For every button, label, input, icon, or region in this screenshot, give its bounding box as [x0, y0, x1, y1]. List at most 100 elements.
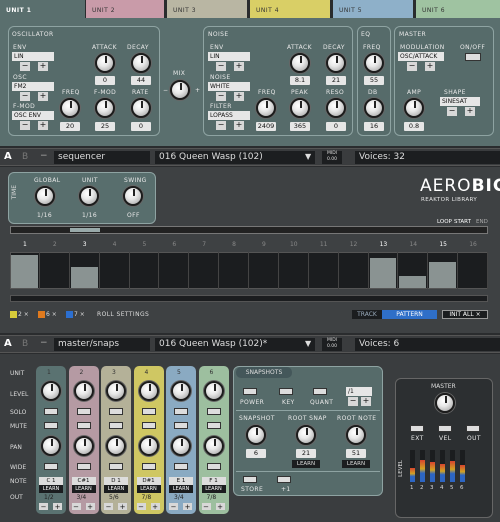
channel-level-knob[interactable] [203, 381, 224, 401]
snapshot-knob[interactable] [246, 425, 266, 445]
slot-b-button[interactable]: B [22, 152, 28, 162]
channel-pan-knob[interactable] [73, 436, 94, 456]
track-button[interactable]: TRACK [352, 310, 382, 319]
channel-note-value[interactable]: C 1 [39, 477, 63, 485]
noise-reso-value[interactable]: 0 [326, 122, 346, 131]
channel-mute-toggle[interactable] [141, 422, 156, 429]
roll-swatch-yellow[interactable] [10, 311, 17, 318]
channel-out-plus[interactable]: + [215, 503, 225, 511]
channel-wide-toggle[interactable] [141, 463, 156, 470]
noise-freq-knob[interactable] [256, 98, 276, 118]
amp-value[interactable]: 0.8 [404, 122, 424, 131]
shape-minus[interactable]: − [447, 107, 457, 116]
channel-mute-toggle[interactable] [174, 422, 188, 429]
channel-out-plus[interactable]: + [150, 503, 160, 511]
channel-out-minus[interactable]: − [39, 503, 48, 511]
step-cell[interactable] [309, 252, 339, 289]
minimize-button[interactable]: − [40, 151, 48, 161]
key-toggle[interactable] [279, 388, 293, 395]
eq-freq-value[interactable]: 55 [364, 76, 384, 85]
channel-pan-knob[interactable] [106, 436, 126, 456]
channel-out-plus[interactable]: + [53, 503, 62, 511]
osc-env-plus[interactable]: + [38, 62, 48, 71]
channel-solo-toggle[interactable] [174, 408, 188, 415]
channel-mute-toggle[interactable] [109, 422, 123, 429]
step-cell[interactable] [428, 252, 459, 289]
minimize-button[interactable]: − [40, 338, 48, 348]
channel-note-value[interactable]: C#1 [71, 477, 96, 485]
noise-filter-minus[interactable]: − [216, 121, 226, 130]
quant-range-minus[interactable]: − [348, 397, 358, 406]
amp-knob[interactable] [404, 98, 424, 118]
root-snap-knob[interactable] [296, 425, 316, 445]
preset-dropdown[interactable]: 016 Queen Wasp (102) [155, 151, 315, 164]
noise-type-plus[interactable]: + [234, 92, 244, 101]
power-toggle[interactable] [243, 388, 257, 395]
osc-env-menu[interactable]: LIN [12, 52, 54, 61]
store-button[interactable] [243, 476, 257, 483]
root-snap-value[interactable]: 21 [296, 449, 316, 458]
channel-level-knob[interactable] [41, 381, 61, 401]
channel-out-value[interactable]: 7/8 [142, 494, 152, 501]
channel-wide-toggle[interactable] [174, 463, 188, 470]
channel-solo-toggle[interactable] [141, 408, 156, 415]
step-cell[interactable] [40, 252, 70, 289]
global-knob[interactable] [35, 186, 55, 206]
onoff-toggle[interactable] [465, 53, 481, 61]
tab-unit-3[interactable]: UNIT 3 [167, 0, 247, 18]
osc-env-minus[interactable]: − [20, 62, 30, 71]
roll-value-1[interactable]: 2 × [18, 311, 29, 318]
osc-attack-value[interactable]: 0 [95, 76, 115, 85]
noise-env-minus[interactable]: − [216, 62, 226, 71]
channel-note-value[interactable]: E 1 [169, 477, 193, 485]
tab-unit-4[interactable]: UNIT 4 [250, 0, 330, 18]
channel-learn-button[interactable]: LEARN [201, 485, 226, 493]
channel-wide-toggle[interactable] [76, 463, 91, 470]
channel-out-minus[interactable]: − [71, 503, 81, 511]
channel-out-minus[interactable]: − [136, 503, 146, 511]
channel-learn-button[interactable]: LEARN [71, 485, 96, 493]
channel-note-value[interactable]: F 1 [201, 477, 226, 485]
channel-wide-toggle[interactable] [206, 463, 221, 470]
step-cell[interactable] [249, 252, 279, 289]
osc-fmod-value[interactable]: 25 [95, 122, 115, 131]
channel-out-value[interactable]: 7/8 [207, 494, 217, 501]
quant-range-menu[interactable]: /1 [346, 387, 372, 396]
pattern-button[interactable]: PATTERN [382, 310, 437, 319]
channel-solo-toggle[interactable] [76, 408, 91, 415]
step-cell[interactable] [189, 252, 220, 289]
channel-pan-knob[interactable] [41, 436, 61, 456]
noise-decay-knob[interactable] [326, 53, 346, 73]
tab-unit-5[interactable]: UNIT 5 [333, 0, 413, 18]
noise-attack-value[interactable]: 8.1 [290, 76, 310, 85]
noise-type-minus[interactable]: − [216, 92, 226, 101]
unit-knob[interactable] [79, 186, 99, 206]
channel-pan-knob[interactable] [203, 436, 224, 456]
channel-out-value[interactable]: 3/4 [77, 494, 87, 501]
step-cell[interactable] [100, 252, 130, 289]
step-cell[interactable] [159, 252, 190, 289]
shape-plus[interactable]: + [465, 107, 475, 116]
modulation-menu[interactable]: OSC/ATTACK [398, 52, 444, 61]
out-toggle[interactable] [466, 425, 480, 432]
channel-pan-knob[interactable] [171, 436, 191, 456]
preset-dropdown[interactable]: 016 Queen Wasp (102)* [155, 338, 315, 351]
step-cell[interactable] [10, 252, 40, 289]
instrument-name[interactable]: master/snaps [54, 338, 150, 351]
step-cell[interactable] [219, 252, 249, 289]
step-cell[interactable] [369, 252, 399, 289]
tab-unit-2[interactable]: UNIT 2 [86, 0, 164, 18]
osc-fmod-knob[interactable] [95, 98, 115, 118]
noise-freq-value[interactable]: 2409 [256, 122, 276, 131]
channel-mute-toggle[interactable] [44, 422, 58, 429]
channel-wide-toggle[interactable] [44, 463, 58, 470]
roll-swatch-orange[interactable] [38, 311, 45, 318]
osc-fmod-menu[interactable]: OSC ENV [12, 111, 54, 120]
step-cell[interactable] [398, 252, 429, 289]
channel-note-value[interactable]: D#1 [136, 477, 161, 485]
noise-reso-knob[interactable] [326, 98, 346, 118]
channel-out-plus[interactable]: + [183, 503, 192, 511]
osc-freq-knob[interactable] [60, 98, 80, 118]
channel-out-plus[interactable]: + [85, 503, 95, 511]
modulation-plus[interactable]: + [425, 62, 435, 71]
